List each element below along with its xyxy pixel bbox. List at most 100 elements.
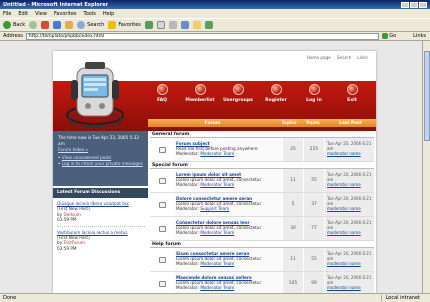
device-logo-image <box>66 62 124 128</box>
login-check-link[interactable]: Log in to check your private messages <box>62 161 143 166</box>
last-post-user[interactable]: moderator name <box>327 230 372 235</box>
latest-discussions-list: Quisque lacinia libero volutpat tex [Fir… <box>57 201 145 251</box>
stop-icon[interactable] <box>41 21 50 29</box>
links-label[interactable]: Links <box>413 33 426 39</box>
window-titlebar: Untitled - Microsoft Internet Explorer <box>0 0 430 9</box>
zone-indicator: Local intranet <box>380 295 420 301</box>
nav-usergroups[interactable]: Usergroups <box>219 84 257 103</box>
search-link[interactable]: Search <box>337 55 351 60</box>
moderator-link[interactable]: Moderator Team <box>200 182 234 187</box>
posts-count: 225 <box>303 138 324 161</box>
unanswered-link[interactable]: View unanswered posts <box>62 155 111 160</box>
forum-list: General forum Forum subject Read me firs… <box>150 131 374 293</box>
window-controls <box>401 1 427 8</box>
favorites-label: Favorites <box>118 22 141 28</box>
latest-item: Quisque lacinia libero volutpat tex [Fir… <box>57 201 145 223</box>
close-button[interactable] <box>419 1 427 8</box>
last-post-date: Tue Apr 20, 2006 6:21 am <box>327 251 372 261</box>
browser-toolbar: Back Search Favorites <box>0 18 430 32</box>
menu-tools[interactable]: Tools <box>84 11 96 17</box>
nav-faq[interactable]: FAQ <box>143 84 181 103</box>
moderator-link[interactable]: Moderator Team <box>200 151 234 156</box>
section-header[interactable]: Special forum <box>150 162 374 169</box>
forum-info: Consectetur dolore sensas lenr Lorem ips… <box>174 217 282 240</box>
nav-exit[interactable]: Exit <box>333 84 371 103</box>
moderator-label: Moderator: <box>176 261 199 267</box>
back-button[interactable]: Back <box>3 21 25 29</box>
last-post: Tue Apr 20, 2006 6:21 am moderator name <box>324 138 374 161</box>
register-icon <box>270 84 282 95</box>
menu-edit[interactable]: Edit <box>18 11 28 17</box>
faq-icon <box>156 84 168 95</box>
forum-info: Forum subject Read me first before posti… <box>174 138 282 161</box>
folder-icon[interactable] <box>192 21 201 29</box>
forward-arrow-icon[interactable] <box>29 21 38 29</box>
back-label: Back <box>13 22 26 28</box>
moderator-link[interactable]: Support Team <box>200 206 229 211</box>
forum-row: Forum subject Read me first before posti… <box>150 138 374 162</box>
maximize-button[interactable] <box>410 1 418 8</box>
last-post-user[interactable]: moderator name <box>327 261 372 266</box>
history-icon[interactable] <box>144 21 153 29</box>
topics-count: 11 <box>282 169 303 192</box>
home-icon[interactable] <box>65 21 74 29</box>
latest-discussions-header: Latest Forum Discussions <box>53 188 148 198</box>
login-icon <box>308 84 320 95</box>
left-column: The time now is Tue Apr 23, 2005 5:32 am… <box>53 131 148 293</box>
moderator-label: Moderator: <box>176 151 199 157</box>
latest-item-user[interactable]: Dedsum <box>63 212 80 217</box>
nav-register[interactable]: Register <box>257 84 295 103</box>
last-post-user[interactable]: moderator name <box>327 182 372 187</box>
menu-view[interactable]: View <box>35 11 47 17</box>
messenger-icon[interactable] <box>204 21 213 29</box>
mail-icon[interactable] <box>156 21 165 29</box>
latest-item-user[interactable]: TestForum <box>63 240 85 245</box>
last-post-user[interactable]: moderator name <box>327 151 372 156</box>
address-input[interactable]: http://template/phpbb/index.html <box>25 32 380 40</box>
menu-favorites[interactable]: Favorites <box>54 11 77 17</box>
forum-moderator: Moderator: Support Team <box>176 206 280 211</box>
last-post-user[interactable]: moderator name <box>327 285 372 290</box>
menu-file[interactable]: File <box>3 11 11 17</box>
section-header[interactable]: General forum <box>150 131 374 138</box>
last-post-user[interactable]: moderator name <box>327 206 372 211</box>
edit-icon[interactable] <box>180 21 189 29</box>
menu-help[interactable]: Help <box>103 11 114 17</box>
print-icon[interactable] <box>168 21 177 29</box>
last-post: Tue Apr 20, 2006 6:21 am moderator name <box>324 272 374 293</box>
posts-count: 55 <box>303 169 324 192</box>
search-icon <box>77 21 86 29</box>
links-link[interactable]: Links <box>357 55 368 60</box>
minimize-button[interactable] <box>401 1 409 8</box>
home-page-link[interactable]: Home page <box>307 55 331 60</box>
search-label: Search <box>87 22 105 28</box>
folder-status-icon <box>150 138 174 161</box>
last-post: Tue Apr 20, 2006 6:21 am moderator name <box>324 169 374 192</box>
address-label: Address <box>3 33 23 39</box>
login-msg-item: • Log in to check your private messages <box>58 161 143 166</box>
moderator-label: Moderator: <box>176 182 199 188</box>
forum-index-link[interactable]: Forum Index » <box>58 147 143 153</box>
search-button[interactable]: Search <box>77 21 104 29</box>
moderator-link[interactable]: Moderator Team <box>200 285 234 290</box>
vertical-scrollbar[interactable] <box>422 41 430 293</box>
forum-site: Home page Search Links FAQ Memberlist Us… <box>53 51 376 293</box>
forum-row: Sisan consectetur amere seran Lorem ipsu… <box>150 248 374 272</box>
top-links: Home page Search Links <box>307 55 368 60</box>
moderator-link[interactable]: Moderator Team <box>200 230 234 235</box>
latest-divider <box>57 225 145 227</box>
scrollbar-thumb[interactable] <box>424 51 430 141</box>
folder-status-icon <box>150 193 174 216</box>
nav-login[interactable]: Log in <box>295 84 333 103</box>
forum-info: Dolore consectetur amere seran Lorem ips… <box>174 193 282 216</box>
nav-memberlist[interactable]: Memberlist <box>181 84 219 103</box>
last-post-date: Tue Apr 20, 2006 6:21 am <box>327 275 372 285</box>
forum-info: Lorem ipsum dolor sit amet Lorem ipsum d… <box>174 169 282 192</box>
refresh-icon[interactable] <box>53 21 62 29</box>
section-header[interactable]: Help forum <box>150 241 374 248</box>
col-forum: Forum <box>204 120 221 126</box>
favorites-button[interactable]: Favorites <box>108 21 141 29</box>
moderator-link[interactable]: Moderator Team <box>200 261 234 266</box>
latest-item-time: 03:59 PM <box>57 245 77 251</box>
go-button[interactable]: Go <box>382 33 396 39</box>
